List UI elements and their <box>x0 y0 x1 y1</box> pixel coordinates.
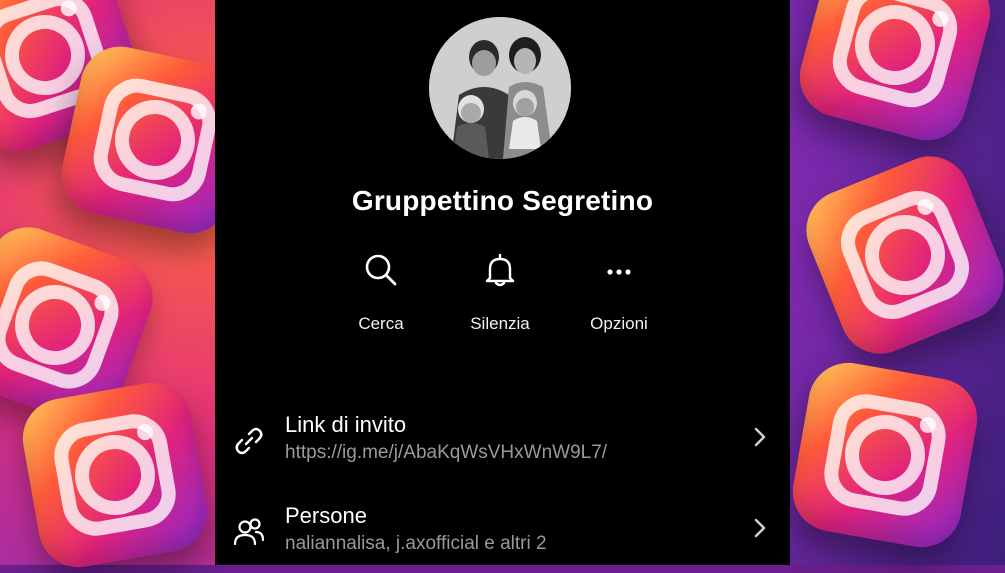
mute-button[interactable]: Silenzia <box>440 250 560 334</box>
options-button[interactable]: Opzioni <box>559 250 679 334</box>
app-icon-tile <box>794 144 1005 366</box>
group-photo-icon <box>429 17 571 159</box>
group-name: Gruppettino Segretino <box>351 185 654 216</box>
search-icon <box>365 254 397 286</box>
action-bar: Cerca Silenzia Opzioni <box>215 250 790 350</box>
group-avatar[interactable] <box>429 17 571 159</box>
app-icon-tile <box>786 356 984 554</box>
search-label: Cerca <box>358 314 404 333</box>
people-title: Persone <box>285 503 367 528</box>
invite-link-title: Link di invito <box>285 412 407 437</box>
options-label: Opzioni <box>590 314 648 333</box>
bell-icon <box>485 253 515 287</box>
invite-link-row[interactable]: Link di invito https://ig.me/j/AbaKqWsVH… <box>215 402 790 472</box>
chevron-right-icon <box>754 427 766 447</box>
more-icon <box>607 269 631 275</box>
invite-link-url: https://ig.me/j/AbaKqWsVHxWnW9L7/ <box>285 442 608 463</box>
people-row[interactable]: Persone naliannalisa, j.axofficial e alt… <box>215 493 790 563</box>
link-icon <box>235 427 263 455</box>
chevron-right-icon <box>754 518 766 538</box>
people-icon <box>233 518 265 546</box>
people-members: naliannalisa, j.axofficial e altri 2 <box>285 533 547 554</box>
search-button[interactable]: Cerca <box>321 250 441 334</box>
app-icon-tile <box>16 376 214 573</box>
mute-label: Silenzia <box>470 314 530 333</box>
app-icon-tile <box>790 0 1000 150</box>
group-info-panel: Gruppettino Segretino Cerca Silenzia Opz… <box>215 0 790 565</box>
